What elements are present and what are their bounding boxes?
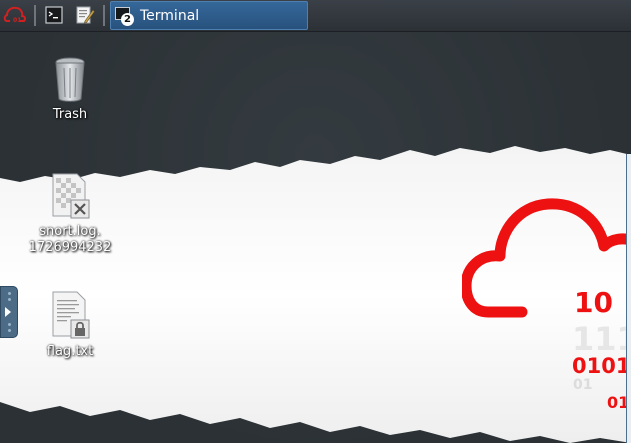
taskbar: 01 2 Terminal	[0, 0, 631, 32]
taskbar-separator	[34, 5, 36, 26]
terminal-icon: 2	[115, 6, 134, 26]
window-edge[interactable]	[626, 154, 631, 443]
side-panel-toggle[interactable]	[0, 286, 18, 338]
taskbar-button-terminal[interactable]: 2 Terminal	[110, 1, 308, 30]
text-editor-icon[interactable]	[74, 4, 96, 26]
desktop-icon-label: flag.txt	[46, 344, 94, 359]
locked-text-file-icon	[52, 291, 90, 339]
terminal-icon[interactable]	[44, 4, 64, 26]
task-label: Terminal	[140, 7, 200, 24]
desktop-icon-flag-txt[interactable]: flag.txt	[25, 290, 115, 360]
broken-file-icon	[52, 173, 90, 219]
svg-text:01: 01	[13, 17, 21, 24]
trash-icon	[55, 57, 85, 102]
desktop-icon-label: Trash	[52, 107, 88, 122]
desktop-icon-trash[interactable]: Trash	[25, 55, 115, 123]
desktop-icon-label: snort.log. 1726994232	[28, 224, 112, 255]
window-count-badge: 2	[121, 12, 134, 26]
desktop-icon-snort-log[interactable]: snort.log. 1726994232	[25, 172, 115, 256]
binary-text: 0101	[572, 354, 631, 378]
binary-text: 10	[574, 286, 613, 319]
cloud-logo-icon[interactable]: 01	[2, 4, 28, 26]
binary-text: 01	[573, 377, 593, 393]
taskbar-separator	[103, 5, 105, 26]
binary-text: 111	[572, 320, 631, 358]
arrow-right-icon	[5, 307, 11, 317]
